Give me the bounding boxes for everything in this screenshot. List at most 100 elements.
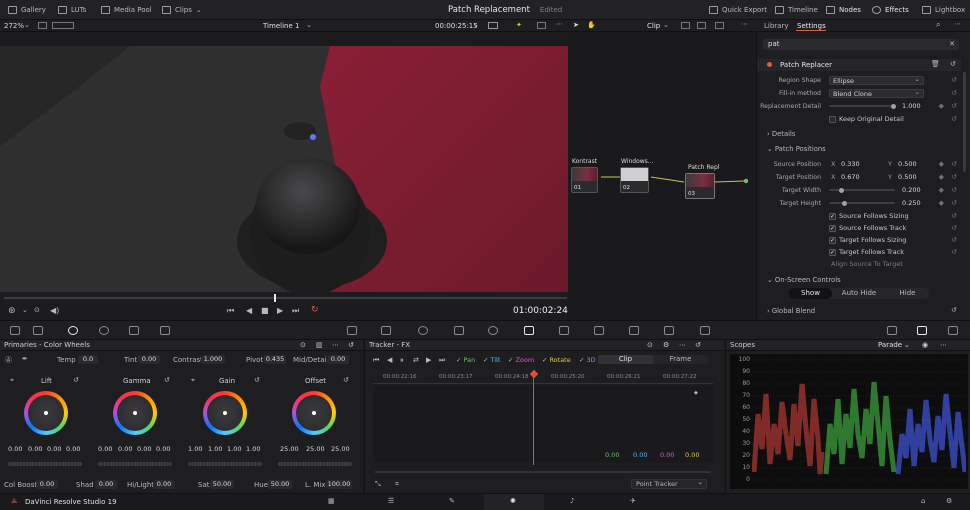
quick-export-button[interactable]: Quick Export bbox=[709, 0, 767, 20]
keyframe-icon[interactable]: ◆ bbox=[939, 186, 944, 194]
lift-master-wheel[interactable] bbox=[8, 462, 82, 466]
offset-g-value[interactable]: 25.00 bbox=[306, 445, 325, 453]
home-icon[interactable]: ⌂ bbox=[921, 497, 925, 505]
chevron-down-icon[interactable]: ⌄ bbox=[663, 21, 669, 29]
curves-icon[interactable] bbox=[347, 326, 357, 335]
wheel-center[interactable] bbox=[133, 411, 137, 415]
sizing-icon[interactable] bbox=[629, 326, 639, 335]
highlight-icon[interactable]: ✦ bbox=[516, 21, 522, 29]
checkmark-icon[interactable]: ✓ bbox=[829, 224, 836, 232]
zoom-checkbox[interactable]: ✓ Zoom bbox=[508, 356, 534, 364]
offset-b-value[interactable]: 25.00 bbox=[331, 445, 350, 453]
info-icon[interactable] bbox=[948, 326, 958, 335]
slider-knob[interactable] bbox=[842, 200, 847, 206]
lift-y-value[interactable]: 0.00 bbox=[8, 445, 22, 453]
track-forward-frame-icon[interactable]: ▶ bbox=[426, 356, 431, 364]
patch-positions-section[interactable]: ⌄ Patch Positions bbox=[767, 145, 826, 153]
chevron-down-icon[interactable]: ⌄ bbox=[22, 306, 28, 314]
3d-checkbox[interactable]: ✓ 3D bbox=[579, 356, 596, 364]
waveform-icon[interactable] bbox=[917, 326, 927, 335]
pan-checkbox[interactable]: ✓ Pan bbox=[456, 356, 475, 364]
slider-knob[interactable] bbox=[891, 103, 896, 109]
split-view-icon[interactable] bbox=[52, 22, 74, 29]
node-view-icon[interactable] bbox=[681, 22, 690, 29]
gamma-master-wheel[interactable] bbox=[98, 462, 172, 466]
global-blend-section[interactable]: › Global Blend bbox=[767, 307, 815, 315]
shad-value[interactable]: 0.00 bbox=[95, 480, 117, 489]
crosshair-icon[interactable]: ⌖ bbox=[10, 376, 14, 385]
hide-option[interactable]: Hide bbox=[886, 288, 929, 299]
reset-icon[interactable]: ↺ bbox=[951, 224, 957, 232]
auto-balance-icon[interactable]: Ⓐ bbox=[5, 355, 12, 365]
search-icon[interactable]: ⌕ bbox=[936, 20, 940, 30]
reset-icon[interactable]: ↺ bbox=[951, 248, 957, 256]
node-mode-select[interactable]: Clip bbox=[647, 22, 660, 30]
gamma-wheel[interactable] bbox=[113, 391, 157, 435]
target-follows-sizing-checkbox[interactable]: ✓ Target Follows Sizing bbox=[829, 236, 906, 244]
source-follows-track-checkbox[interactable]: ✓ Source Follows Track bbox=[829, 224, 906, 232]
more-options-icon[interactable]: ⋯ bbox=[679, 340, 686, 351]
effect-enable-toggle[interactable] bbox=[767, 62, 772, 67]
fx-icon[interactable] bbox=[700, 326, 710, 335]
fairlight-page-icon[interactable]: ♪ bbox=[570, 497, 574, 505]
reset-icon[interactable]: ↺ bbox=[695, 340, 701, 351]
reset-icon[interactable]: ↺ bbox=[951, 102, 957, 110]
reset-icon[interactable]: ↺ bbox=[951, 306, 957, 314]
loop-icon[interactable]: ⊙ bbox=[34, 306, 40, 314]
track-back-frame-icon[interactable]: ◀ bbox=[387, 356, 392, 364]
node-windows[interactable]: 02 bbox=[620, 167, 649, 193]
stop-icon[interactable]: ■ bbox=[261, 306, 269, 315]
gain-b-value[interactable]: 1.00 bbox=[246, 445, 260, 453]
overlay-icon[interactable] bbox=[488, 22, 498, 29]
media-page-icon[interactable]: ▦ bbox=[328, 497, 335, 505]
magic-mask-icon[interactable] bbox=[524, 326, 534, 335]
qualifier-icon[interactable] bbox=[418, 326, 428, 335]
skip-start-icon[interactable]: ⏮ bbox=[227, 306, 234, 316]
node-kontrast[interactable]: 01 bbox=[571, 167, 598, 193]
offset-wheel[interactable] bbox=[292, 391, 336, 435]
timeline-toggle[interactable]: Timeline bbox=[775, 0, 818, 20]
fullscreen-icon[interactable] bbox=[537, 22, 546, 29]
reset-icon[interactable]: ↺ bbox=[951, 199, 957, 207]
key-icon[interactable] bbox=[594, 326, 604, 335]
track-start-icon[interactable]: ⏮ bbox=[373, 356, 379, 365]
checkmark-icon[interactable]: ✓ bbox=[829, 236, 836, 244]
rotate-checkbox[interactable]: ✓ Rotate bbox=[542, 356, 571, 364]
keyframe-icon[interactable]: ◆ bbox=[939, 102, 944, 110]
chevron-down-icon[interactable]: ⌄ bbox=[473, 21, 479, 29]
deliver-page-icon[interactable]: ✈ bbox=[630, 497, 636, 505]
auto-hide-option[interactable]: Auto Hide bbox=[836, 288, 882, 299]
source-follows-sizing-checkbox[interactable]: ✓ Source Follows Sizing bbox=[829, 212, 909, 220]
gamma-r-value[interactable]: 0.00 bbox=[118, 445, 132, 453]
node-grid-icon[interactable] bbox=[697, 22, 706, 29]
tint-value[interactable]: 0.00 bbox=[138, 355, 160, 364]
on-screen-controls-section[interactable]: ⌄ On-Screen Controls bbox=[767, 276, 841, 284]
replacement-detail-slider[interactable] bbox=[829, 103, 896, 109]
tracker-icon[interactable] bbox=[488, 326, 498, 335]
keyframe-icon[interactable]: ◆ bbox=[939, 173, 944, 181]
color-picker-icon[interactable]: ⊛ bbox=[8, 306, 16, 316]
scrub-bar[interactable] bbox=[4, 297, 567, 299]
window-icon[interactable] bbox=[454, 326, 464, 335]
target-icon[interactable]: ⊙ bbox=[647, 340, 653, 351]
offset-master-wheel[interactable] bbox=[278, 462, 352, 466]
reset-icon[interactable]: ↺ bbox=[951, 173, 957, 181]
scopes-toggle-icon[interactable] bbox=[887, 326, 897, 335]
trash-icon[interactable]: 🗑 bbox=[931, 60, 940, 68]
gallery-tab[interactable]: Gallery bbox=[8, 0, 46, 20]
slider-knob[interactable] bbox=[839, 187, 844, 193]
wheel-center[interactable] bbox=[312, 411, 316, 415]
keep-original-checkbox[interactable]: Keep Original Detail bbox=[829, 115, 904, 123]
crosshair-icon[interactable]: ⌖ bbox=[191, 376, 195, 385]
gear-icon[interactable]: ⚙ bbox=[946, 497, 952, 505]
gear-icon[interactable]: ⚙ bbox=[663, 340, 669, 351]
reset-icon[interactable]: ↺ bbox=[951, 212, 957, 220]
reset-icon[interactable]: ↺ bbox=[254, 376, 260, 384]
chevron-down-icon[interactable]: ⌄ bbox=[904, 340, 910, 351]
track-pause-icon[interactable]: ⏸ bbox=[400, 356, 404, 365]
track-both-icon[interactable]: ⇄ bbox=[413, 356, 419, 364]
hue-value[interactable]: 50.00 bbox=[268, 480, 292, 489]
output-dot[interactable] bbox=[743, 178, 749, 184]
lightbox-toggle[interactable]: Lightbox bbox=[922, 0, 965, 20]
skip-end-icon[interactable]: ⏭ bbox=[292, 306, 299, 316]
